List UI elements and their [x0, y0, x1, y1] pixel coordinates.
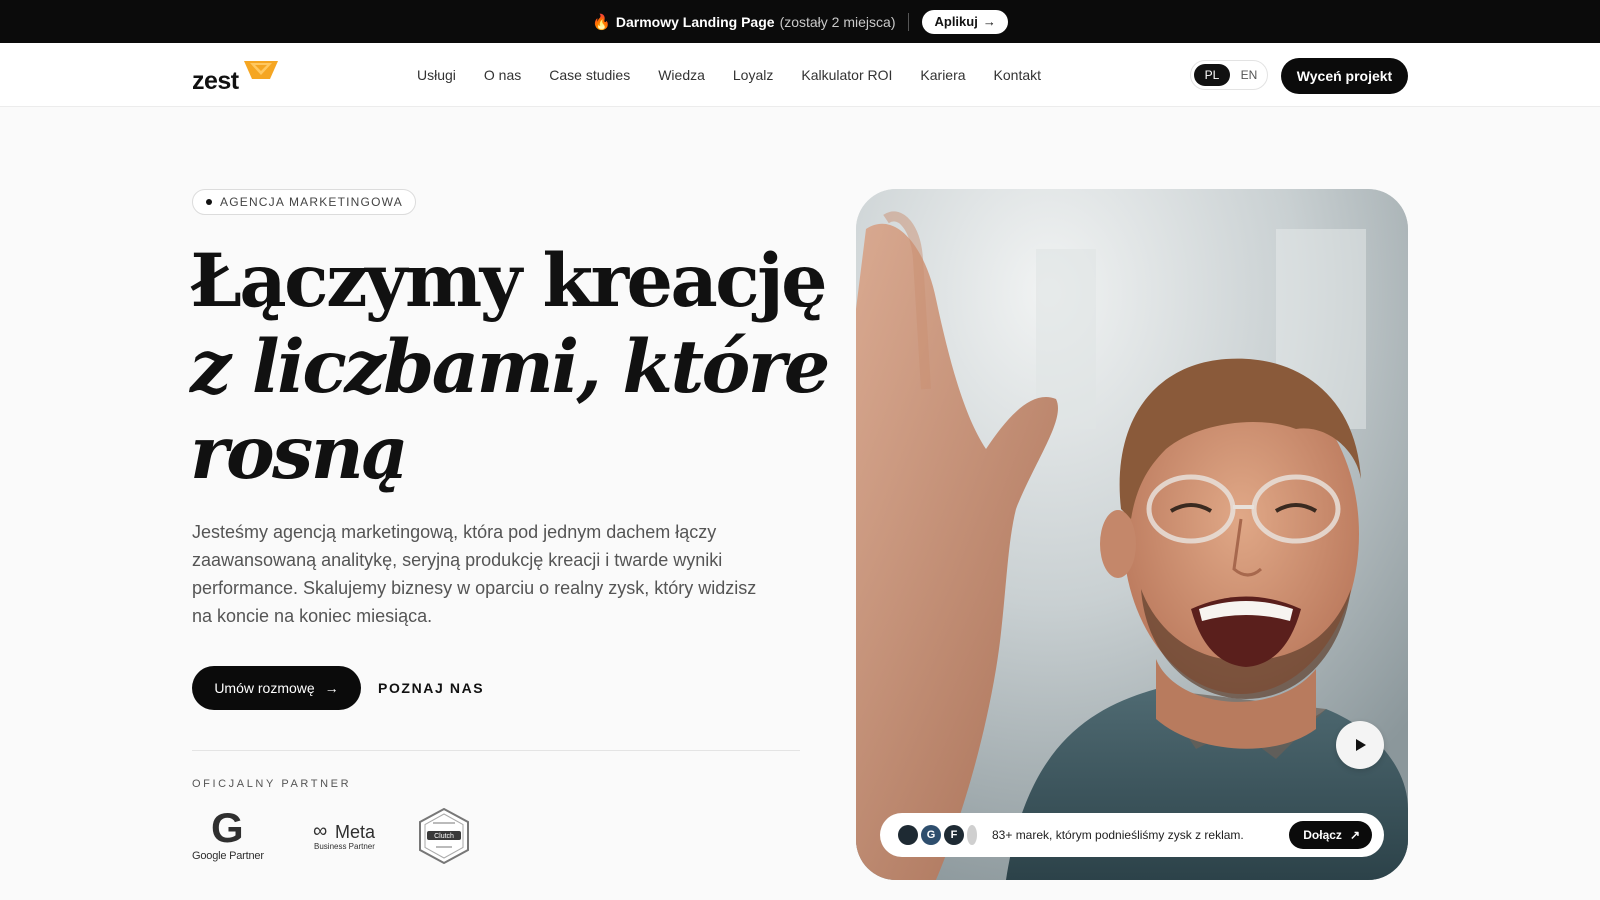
about-us-link[interactable]: POZNAJ NAS [378, 680, 484, 696]
book-call-label: Umów rozmowę [214, 680, 315, 696]
join-button[interactable]: Dołącz ↗ [1289, 821, 1372, 849]
brand-logo-icon: G [921, 825, 941, 845]
arrow-right-icon: → [324, 680, 339, 696]
join-button-label: Dołącz [1303, 828, 1342, 842]
brand-logos: G F [898, 825, 992, 845]
play-video-button[interactable] [1336, 721, 1384, 769]
apply-button-label: Aplikuj [934, 14, 978, 29]
hero-video-card[interactable]: G F 83+ marek, którym podnieśliśmy zysk … [856, 189, 1408, 880]
announcement-title: Darmowy Landing Page [615, 13, 775, 30]
nav-item-o-nas[interactable]: O nas [484, 67, 521, 83]
partner-label: OFICJALNY PARTNER [192, 778, 352, 790]
arrow-right-icon: → [982, 14, 996, 29]
nav-item-case-studies[interactable]: Case studies [549, 67, 630, 83]
social-proof-bar: G F 83+ marek, którym podnieśliśmy zysk … [880, 813, 1384, 857]
nav-item-uslugi[interactable]: Usługi [417, 67, 456, 83]
nav-item-kontakt[interactable]: Kontakt [994, 67, 1041, 83]
announcement-note: (zostały 2 miejsca) [779, 13, 896, 30]
lang-pl-button[interactable]: PL [1194, 64, 1230, 86]
clutch-badge-name: Clutch [434, 833, 454, 840]
hero-divider [192, 750, 800, 751]
language-switcher: PL EN [1190, 60, 1268, 90]
brand-logo-icon: F [944, 825, 964, 845]
brand-logo-icon [898, 825, 918, 845]
apply-button[interactable]: Aplikuj → [922, 9, 1008, 34]
nav-item-wiedza[interactable]: Wiedza [658, 67, 705, 83]
announcement-divider [908, 12, 910, 31]
announcement-bar: 🔥 Darmowy Landing Page (zostały 2 miejsc… [0, 0, 1600, 43]
google-g-icon: G [211, 804, 244, 851]
play-icon [1356, 739, 1366, 751]
logo-text: zest [192, 67, 239, 95]
logo-mark-icon [244, 61, 278, 79]
clutch-badge-icon: Clutch [419, 808, 469, 864]
nav-item-kariera[interactable]: Kariera [920, 67, 965, 83]
headline-line-3: rosną [190, 410, 409, 496]
hero-person-image [856, 189, 1408, 880]
main-nav: Usługi O nas Case studies Wiedza Loyalz … [417, 43, 1041, 107]
meta-name: Meta [335, 822, 376, 842]
brand-logo-icon [967, 825, 977, 845]
logo[interactable]: zest [192, 57, 288, 97]
site-header: zest Usługi O nas Case studies Wiedza Lo… [0, 43, 1600, 107]
social-proof-text: 83+ marek, którym podnieśliśmy zysk z re… [992, 828, 1244, 842]
quote-project-button[interactable]: Wyceń projekt [1281, 58, 1408, 94]
hero-badge: AGENCJA MARKETINGOWA [192, 189, 416, 215]
headline-line-2: z liczbami, które [190, 324, 830, 410]
lang-en-button[interactable]: EN [1234, 68, 1264, 82]
meta-infinity-icon: ∞ [313, 820, 328, 842]
badge-dot-icon [206, 199, 212, 205]
google-partner-text: Google Partner [192, 850, 264, 862]
headline-line-1: Łączymy kreację [190, 238, 828, 324]
nav-item-loyalz[interactable]: Loyalz [733, 67, 773, 83]
fire-icon: 🔥 [592, 13, 611, 31]
book-call-button[interactable]: Umów rozmowę → [192, 666, 361, 710]
partner-logos: G Google Partner ∞ Meta Business Partner… [192, 806, 512, 868]
hero-lead: Jesteśmy agencją marketingową, która pod… [192, 522, 757, 626]
badge-label: AGENCJA MARKETINGOWA [220, 195, 403, 209]
meta-partner-text: Business Partner [314, 842, 375, 851]
nav-item-kalkulator-roi[interactable]: Kalkulator ROI [801, 67, 892, 83]
meta-partner-logo: ∞ Meta Business Partner [313, 820, 393, 854]
google-partner-logo: G Google Partner [192, 806, 276, 868]
arrow-up-right-icon: ↗ [1349, 828, 1360, 842]
hero-headline: Łączymy kreację z liczbami, które rosną [190, 238, 830, 496]
